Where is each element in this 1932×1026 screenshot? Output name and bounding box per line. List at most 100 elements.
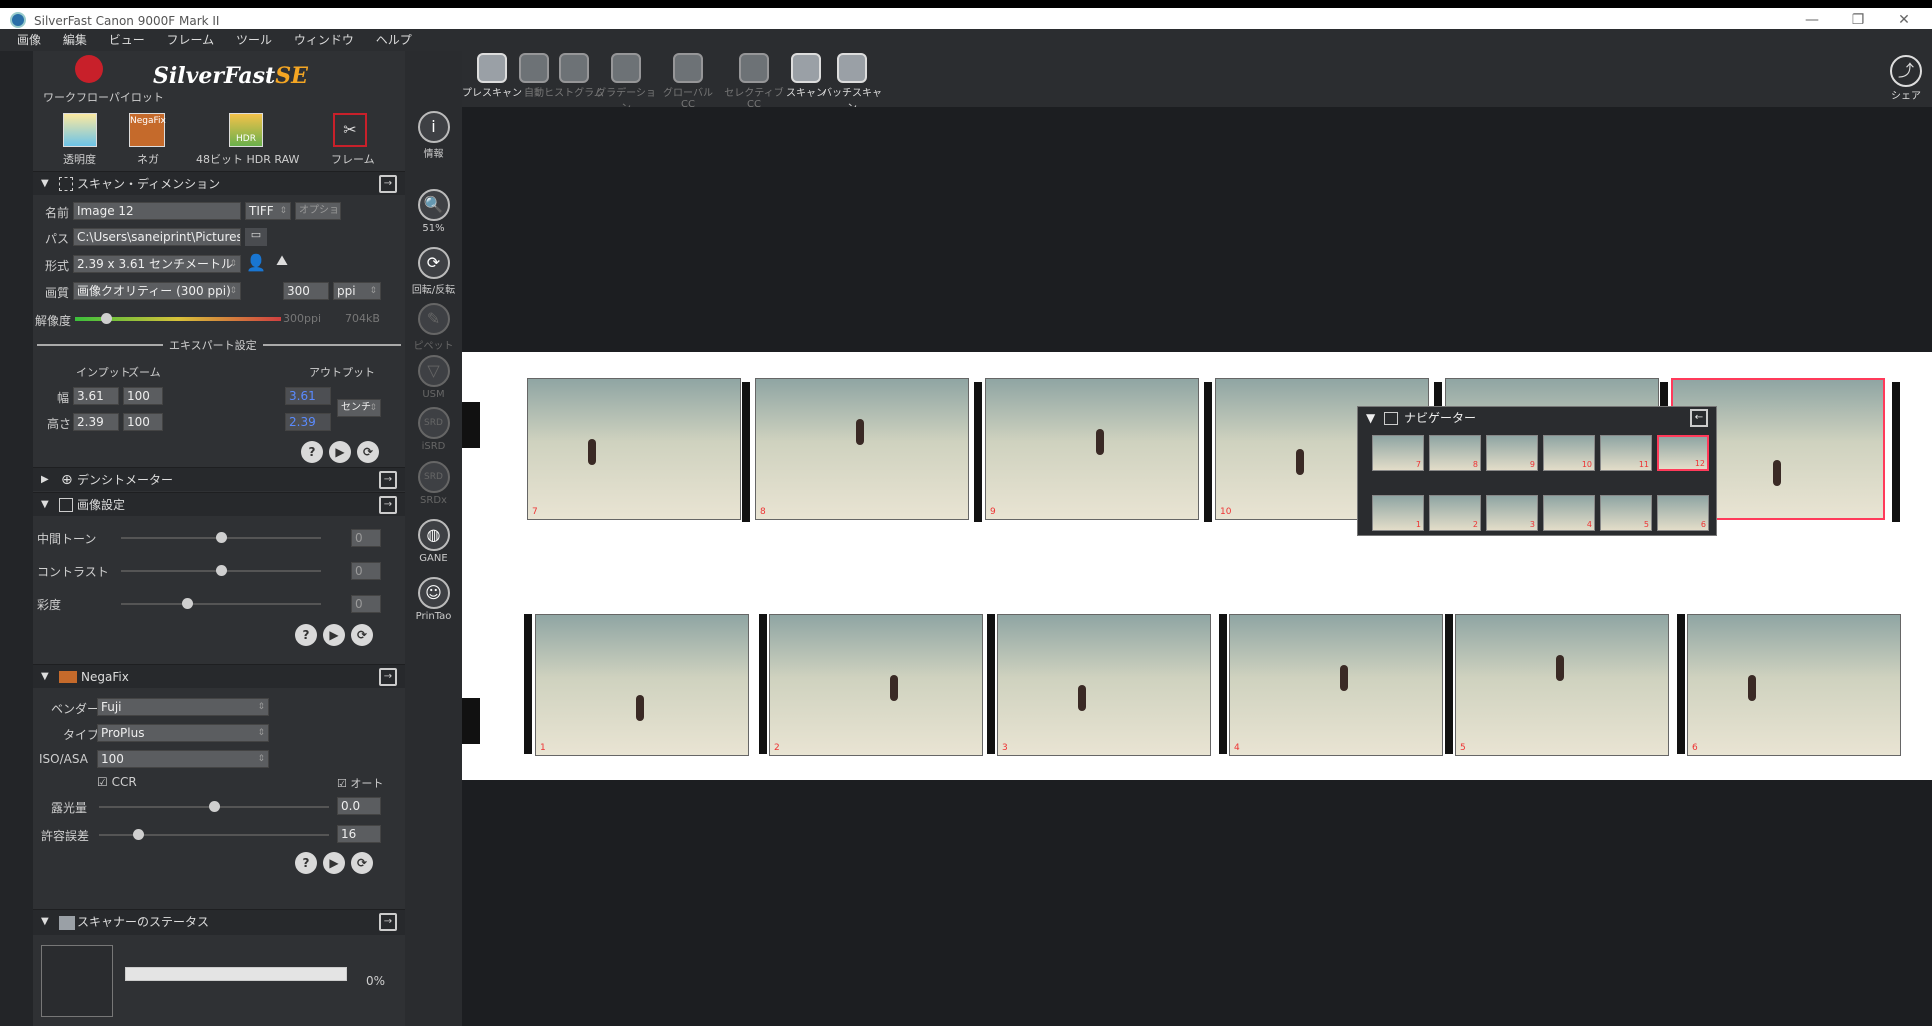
- transparency-icon[interactable]: [63, 113, 97, 147]
- negafix-header[interactable]: ▼ NegaFix →: [33, 664, 405, 688]
- tool-info[interactable]: i 情報: [405, 111, 462, 160]
- collapse-triangle-icon[interactable]: ▼: [1366, 407, 1375, 429]
- image-setting-value[interactable]: 0: [351, 529, 381, 547]
- export-icon[interactable]: →: [379, 471, 397, 489]
- path-input[interactable]: C:\Users\saneiprint\Pictures: [73, 228, 241, 246]
- collapse-triangle-icon[interactable]: ▼: [41, 493, 49, 517]
- menu-edit[interactable]: 編集: [63, 29, 87, 51]
- expert-settings-label[interactable]: エキスパート設定: [163, 337, 263, 353]
- frame-tools-icon[interactable]: ✂: [333, 113, 367, 147]
- export-icon[interactable]: →: [379, 175, 397, 193]
- toolbar-global-cc[interactable]: グローバル CC: [658, 53, 718, 110]
- export-icon[interactable]: ←: [1690, 409, 1708, 427]
- film-frame[interactable]: 4: [1229, 614, 1443, 756]
- film-frame[interactable]: 6: [1687, 614, 1901, 756]
- image-setting-knob[interactable]: [182, 598, 193, 609]
- film-frame[interactable]: 9: [985, 378, 1199, 520]
- toolbar-histogram[interactable]: ヒストグラム: [544, 53, 604, 99]
- width-output-field[interactable]: 3.61: [285, 387, 331, 405]
- film-frame[interactable]: 1: [535, 614, 749, 756]
- menu-window[interactable]: ウィンドウ: [294, 29, 354, 51]
- navigator-thumb[interactable]: 11: [1600, 435, 1652, 471]
- play-icon[interactable]: ▶: [323, 624, 345, 646]
- scanner-status-header[interactable]: ▼ スキャナーのステータス →: [33, 909, 405, 935]
- image-setting-knob[interactable]: [216, 565, 227, 576]
- navigator-thumb[interactable]: 2: [1429, 495, 1481, 531]
- tool-srdx[interactable]: SRD SRDx: [405, 461, 462, 506]
- help-icon[interactable]: ?: [301, 441, 323, 463]
- hdr-icon[interactable]: HDR: [229, 113, 263, 147]
- height-output-field[interactable]: 2.39: [285, 413, 331, 431]
- folder-icon[interactable]: ▭: [245, 228, 267, 246]
- help-icon[interactable]: ?: [295, 852, 317, 874]
- portrait-icon[interactable]: 👤: [245, 253, 267, 275]
- toolbar-gradation[interactable]: グラデーション: [596, 53, 656, 114]
- width-input-field[interactable]: 3.61: [73, 387, 119, 405]
- vendor-select[interactable]: Fuji: [97, 698, 269, 716]
- reset-icon[interactable]: ⟳: [357, 441, 379, 463]
- height-input-field[interactable]: 2.39: [73, 413, 119, 431]
- toolbar-selective-cc[interactable]: セレクティブ CC: [724, 53, 784, 110]
- menu-image[interactable]: 画像: [17, 29, 41, 51]
- toolbar-batch-scan[interactable]: バッチスキャン: [822, 53, 882, 114]
- exposure-value[interactable]: 0.0: [337, 797, 381, 815]
- reset-icon[interactable]: ⟳: [351, 852, 373, 874]
- menu-frame[interactable]: フレーム: [167, 29, 215, 51]
- ppi-input[interactable]: 300: [283, 282, 329, 300]
- exposure-knob[interactable]: [209, 801, 220, 812]
- image-setting-knob[interactable]: [216, 532, 227, 543]
- ppi-unit-select[interactable]: ppi: [333, 282, 381, 300]
- workflow-pilot-icon[interactable]: [75, 55, 103, 83]
- tolerance-knob[interactable]: [133, 829, 145, 840]
- play-icon[interactable]: ▶: [323, 852, 345, 874]
- iso-select[interactable]: 100: [97, 750, 269, 768]
- film-frame[interactable]: 7: [527, 378, 741, 520]
- type-select[interactable]: ProPlus: [97, 724, 269, 742]
- restore-icon[interactable]: ❐: [1838, 10, 1878, 30]
- tool-gane[interactable]: ◍ GANE: [405, 519, 462, 564]
- height-zoom-field[interactable]: 100: [123, 413, 163, 431]
- navigator-thumb[interactable]: 4: [1543, 495, 1595, 531]
- export-icon[interactable]: →: [379, 668, 397, 686]
- tolerance-value[interactable]: 16: [337, 825, 381, 843]
- menu-view[interactable]: ビュー: [109, 29, 145, 51]
- minimize-icon[interactable]: —: [1792, 10, 1832, 30]
- navigator-thumb[interactable]: 3: [1486, 495, 1538, 531]
- navigator-panel[interactable]: ▼ ナビゲーター ← 7 8 9 10 11 12 1 2 3 4 5 6: [1357, 406, 1717, 536]
- export-icon[interactable]: →: [379, 913, 397, 931]
- navigator-thumb[interactable]: 10: [1543, 435, 1595, 471]
- option-button[interactable]: オプション: [295, 202, 341, 220]
- navigator-thumb[interactable]: 9: [1486, 435, 1538, 471]
- image-setting-value[interactable]: 0: [351, 595, 381, 613]
- expand-triangle-icon[interactable]: ▶: [41, 468, 49, 492]
- film-frame[interactable]: 2: [769, 614, 983, 756]
- unit-select[interactable]: センチ: [337, 399, 381, 417]
- collapse-triangle-icon[interactable]: ▼: [41, 665, 49, 689]
- export-icon[interactable]: →: [379, 496, 397, 514]
- densitometer-header[interactable]: ▶ ⊕ デンシトメーター →: [33, 467, 405, 491]
- auto-checkbox[interactable]: ☑ オート: [337, 775, 383, 791]
- tool-pipette[interactable]: ✎ ピペット: [405, 303, 462, 352]
- image-setting-value[interactable]: 0: [351, 562, 381, 580]
- image-setting-slider[interactable]: [121, 603, 321, 605]
- ccr-checkbox[interactable]: ☑ CCR: [97, 775, 137, 789]
- tool-usm[interactable]: ▽ USM: [405, 355, 462, 400]
- name-input[interactable]: Image 12: [73, 202, 241, 220]
- film-frame[interactable]: 3: [997, 614, 1211, 756]
- collapse-triangle-icon[interactable]: ▼: [41, 910, 49, 934]
- resolution-knob[interactable]: [100, 313, 112, 324]
- collapse-triangle-icon[interactable]: ▼: [41, 172, 49, 196]
- navigator-thumb[interactable]: 7: [1372, 435, 1424, 471]
- tool-rotate[interactable]: ⟳ 回転/反転: [405, 247, 462, 296]
- landscape-icon[interactable]: ⛰: [271, 253, 293, 275]
- menu-tools[interactable]: ツール: [236, 29, 272, 51]
- help-icon[interactable]: ?: [295, 624, 317, 646]
- menu-help[interactable]: ヘルプ: [376, 29, 412, 51]
- navigator-thumb[interactable]: 5: [1600, 495, 1652, 531]
- tool-isrd[interactable]: SRD iSRD: [405, 407, 462, 452]
- reset-icon[interactable]: ⟳: [351, 624, 373, 646]
- tool-zoom[interactable]: 🔍 51%: [405, 189, 462, 234]
- film-frame[interactable]: 8: [755, 378, 969, 520]
- size-select[interactable]: 2.39 x 3.61 センチメートル: [73, 255, 241, 273]
- share-button[interactable]: ⤴ シェア: [1890, 55, 1922, 102]
